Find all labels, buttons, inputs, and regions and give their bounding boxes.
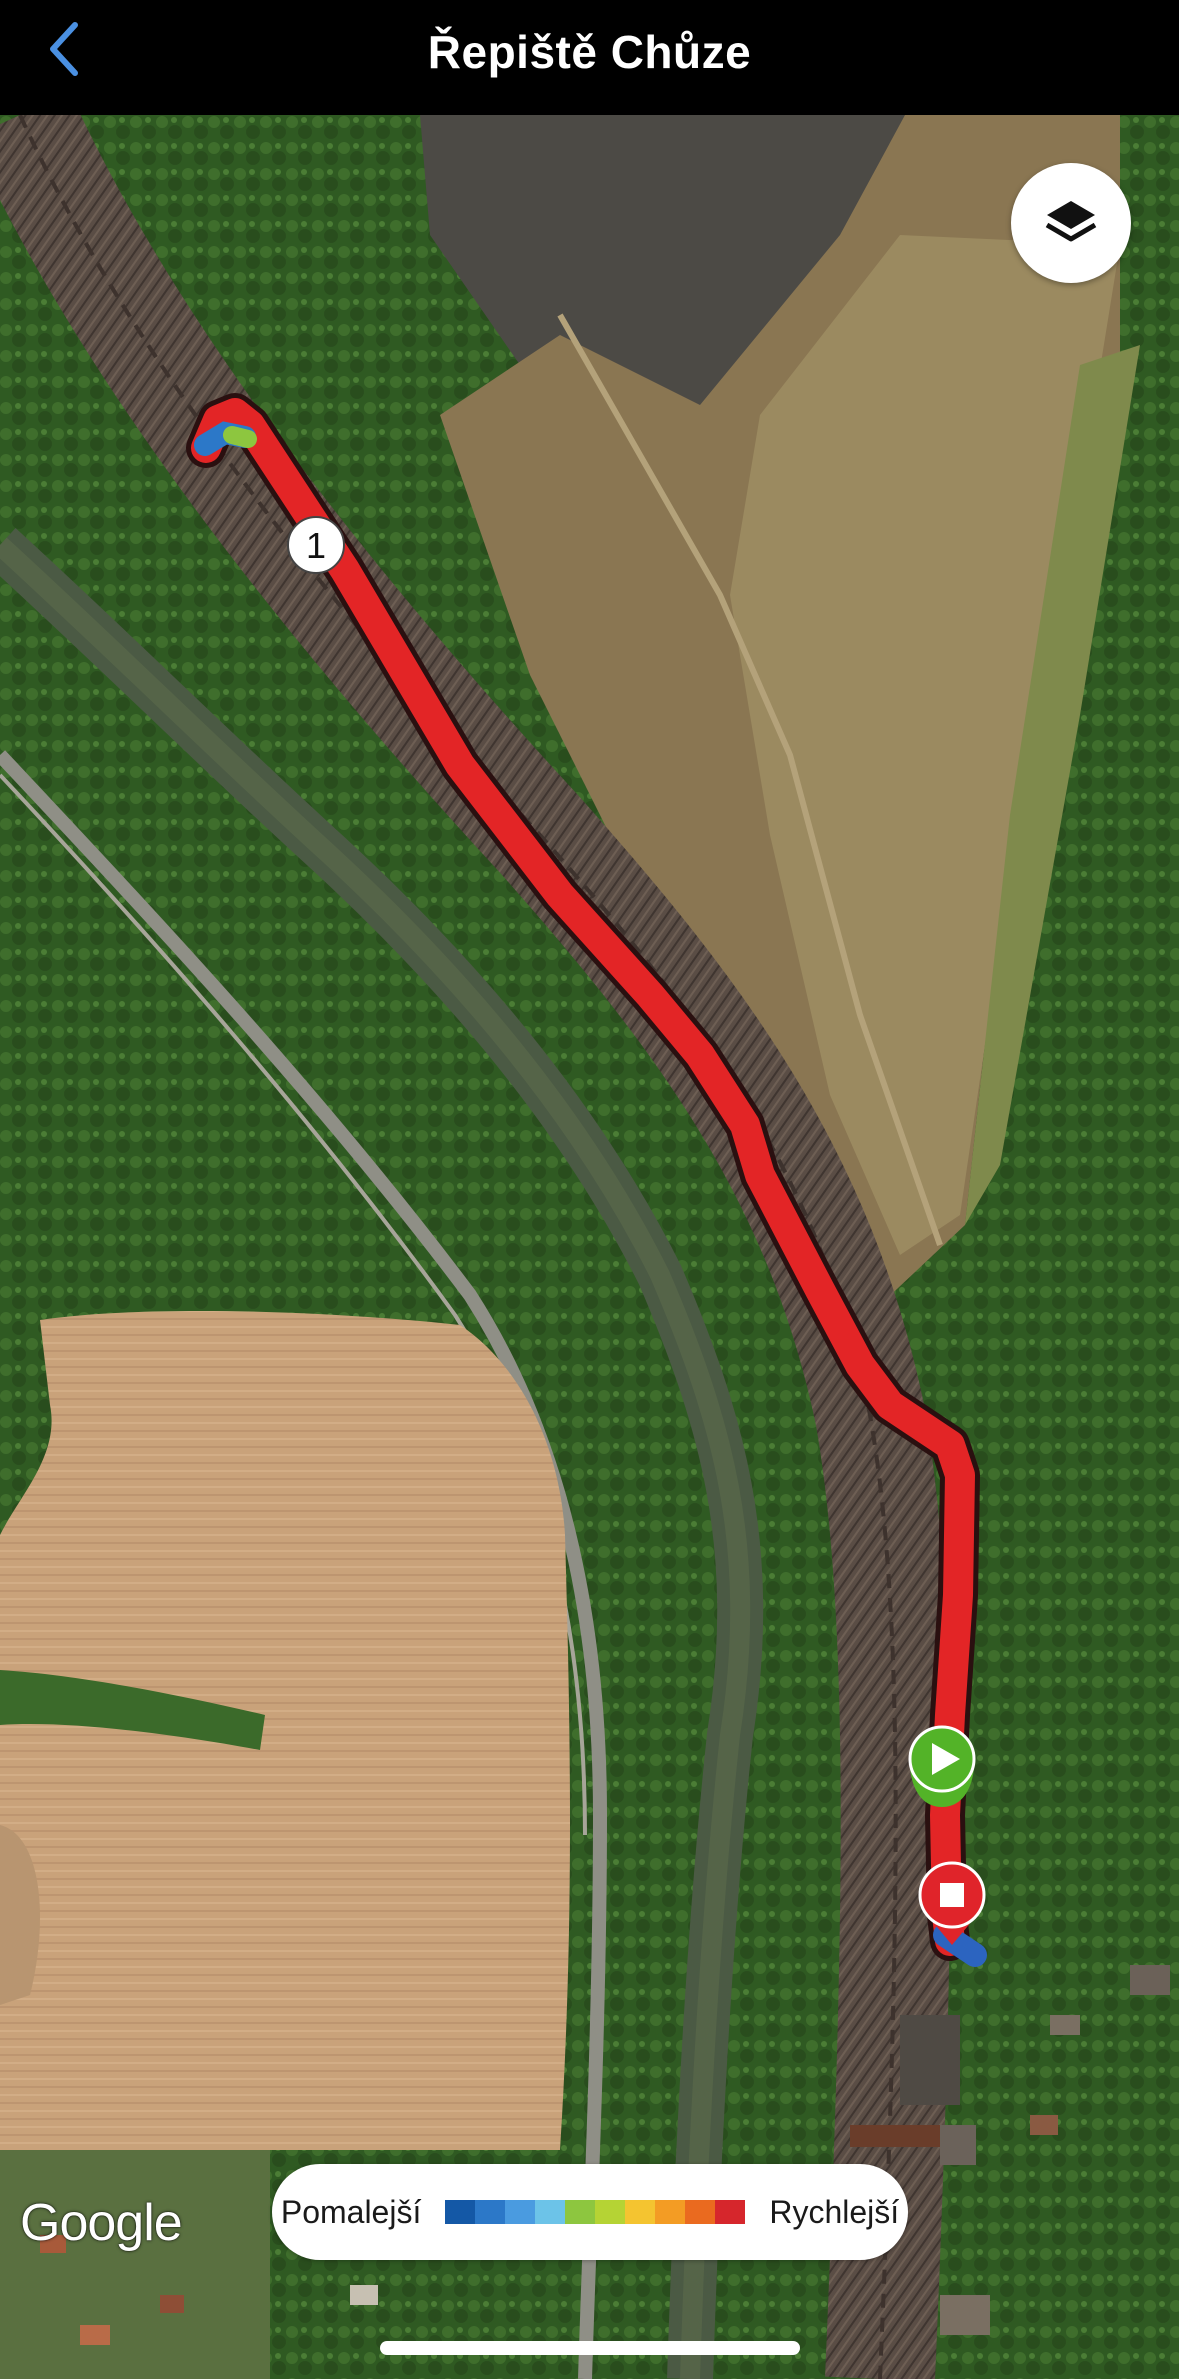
- lap-marker[interactable]: 1: [287, 516, 345, 574]
- chevron-left-icon: [50, 22, 78, 76]
- map-layers-button[interactable]: [1011, 163, 1131, 283]
- speed-legend: Pomalejší Rychlejší: [272, 2164, 908, 2260]
- lap-marker-label: 1: [306, 525, 326, 566]
- legend-color-scale: [445, 2200, 746, 2224]
- legend-slower-label: Pomalejší: [280, 2193, 422, 2230]
- legend-faster-label: Rychlejší: [769, 2193, 900, 2230]
- legend-swatch: [685, 2200, 716, 2224]
- legend-swatch: [595, 2200, 626, 2224]
- layers-icon: [1045, 201, 1097, 242]
- legend-swatch: [505, 2200, 536, 2224]
- legend-swatch: [535, 2200, 566, 2224]
- legend-swatch: [475, 2200, 506, 2224]
- legend-swatch: [625, 2200, 656, 2224]
- back-button[interactable]: [30, 14, 100, 84]
- home-indicator: [380, 2341, 800, 2355]
- google-attribution: Google: [20, 2194, 183, 2252]
- satellite-imagery: 1: [0, 115, 1179, 2379]
- stop-icon: [940, 1883, 964, 1907]
- legend-swatch: [565, 2200, 596, 2224]
- legend-swatch: [715, 2200, 746, 2224]
- legend-swatch: [655, 2200, 686, 2224]
- page-title: Řepiště Chůze: [427, 25, 752, 78]
- start-marker[interactable]: [908, 1725, 976, 1807]
- map-view[interactable]: 1 Google Pomalejší Rychlejší: [0, 115, 1179, 2379]
- legend-swatch: [445, 2200, 476, 2224]
- header-bar: Řepiště Chůze: [0, 0, 1179, 115]
